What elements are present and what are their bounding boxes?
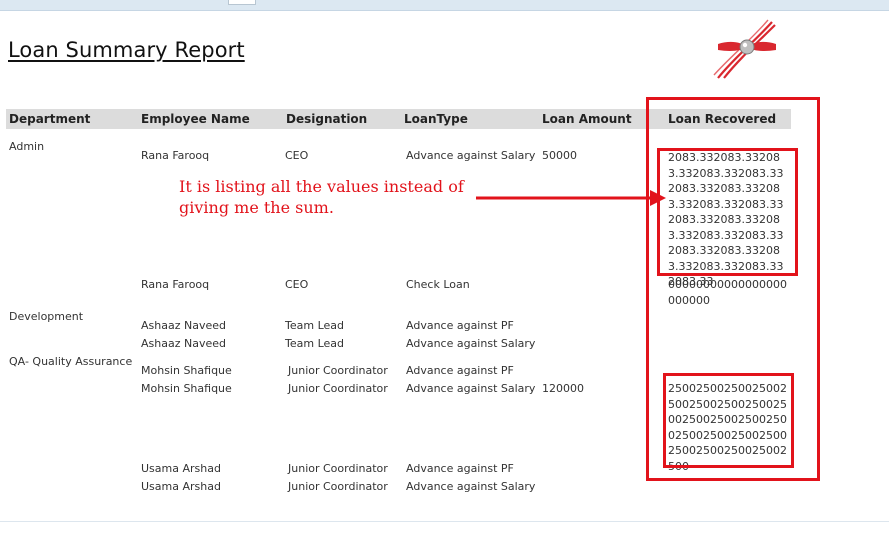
row-loan-type: Advance against PF: [406, 364, 514, 377]
row-designation: Junior Coordinator: [288, 382, 388, 395]
row-loan-type: Check Loan: [406, 278, 470, 291]
row-loan-type: Advance against Salary: [406, 382, 536, 395]
top-bar-control[interactable]: [228, 0, 256, 5]
row-employee-name: Ashaaz Naveed: [141, 337, 226, 350]
column-header-department[interactable]: Department: [9, 112, 90, 126]
column-header-loan-amount[interactable]: Loan Amount: [542, 112, 632, 126]
row-designation: Team Lead: [285, 337, 344, 350]
row-employee-name: Usama Arshad: [141, 480, 221, 493]
red-swoosh-logo-icon: [713, 19, 776, 79]
row-employee-name: Rana Farooq: [141, 149, 210, 162]
recovered-values-highlight: [663, 373, 794, 468]
row-employee-name: Usama Arshad: [141, 462, 221, 475]
department-group-development: Development: [9, 310, 84, 323]
row-loan-amount: 50000: [542, 149, 577, 162]
column-header-employee-name[interactable]: Employee Name: [141, 112, 250, 126]
row-loan-amount: 120000: [542, 382, 584, 395]
row-loan-type: Advance against Salary: [406, 149, 536, 162]
row-loan-type: Advance against Salary: [406, 480, 536, 493]
row-employee-name: Mohsin Shafique: [141, 364, 232, 377]
report-title: Loan Summary Report: [8, 38, 245, 62]
column-header-designation[interactable]: Designation: [286, 112, 367, 126]
row-designation: Junior Coordinator: [288, 364, 388, 377]
row-designation: CEO: [285, 278, 309, 291]
column-header-loan-type[interactable]: LoanType: [404, 112, 468, 126]
department-group-qa: QA- Quality Assurance: [9, 355, 133, 368]
row-designation: Junior Coordinator: [288, 462, 388, 475]
annotation-arrow-icon: [476, 190, 666, 206]
recovered-values-highlight: [657, 148, 798, 276]
row-employee-name: Ashaaz Naveed: [141, 319, 226, 332]
footer-divider: [0, 521, 889, 522]
row-designation: CEO: [285, 149, 309, 162]
row-designation: Junior Coordinator: [288, 480, 388, 493]
row-loan-type: Advance against PF: [406, 462, 514, 475]
row-employee-name: Rana Farooq: [141, 278, 210, 291]
row-loan-type: Advance against PF: [406, 319, 514, 332]
row-designation: Team Lead: [285, 319, 344, 332]
department-group-admin: Admin: [9, 140, 45, 153]
row-loan-type: Advance against Salary: [406, 337, 536, 350]
row-employee-name: Mohsin Shafique: [141, 382, 232, 395]
annotation-text: It is listing all the values instead of …: [179, 177, 464, 217]
window-top-bar: [0, 0, 889, 11]
